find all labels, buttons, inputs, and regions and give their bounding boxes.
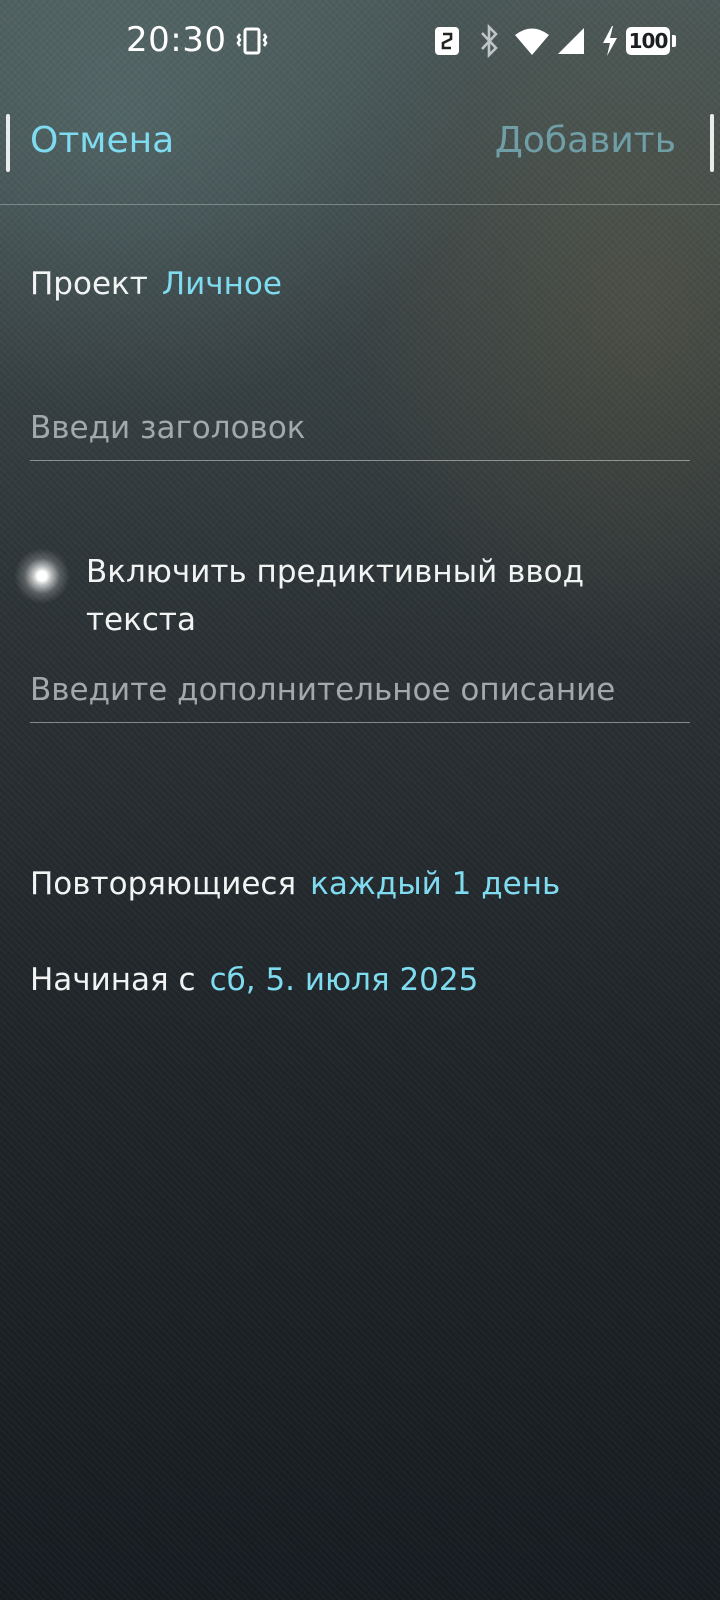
title-input[interactable] [30,410,690,460]
battery-tip [672,35,676,47]
add-button[interactable]: Добавить [495,120,676,161]
battery-icon: 100 [626,27,676,55]
charging-icon [603,26,617,56]
start-date-row[interactable]: Начиная с сб, 5. июля 2025 [30,962,478,998]
bluetooth-icon [481,24,498,58]
title-field-container [30,410,690,461]
start-date-label: Начиная с [30,962,196,998]
status-bar: 20:30 100 [0,0,720,84]
description-input[interactable] [30,672,690,722]
start-date-value[interactable]: сб, 5. июля 2025 [210,962,479,998]
description-field-container [30,672,690,723]
repeat-value[interactable]: каждый 1 день [310,866,560,902]
toolbar-right-edge [710,114,714,172]
vibrate-icon [236,27,268,55]
project-value[interactable]: Личное [162,266,282,302]
toolbar: Отмена Добавить [0,100,720,200]
predictive-input-row[interactable]: Включить предиктивный ввод текста [0,540,720,640]
repeat-row[interactable]: Повторяющиеся каждый 1 день [30,866,560,902]
wifi-icon [515,28,549,55]
battery-level: 100 [626,27,670,55]
predictive-input-label: Включить предиктивный ввод текста [86,554,585,638]
repeat-label: Повторяющиеся [30,866,297,902]
cancel-button[interactable]: Отмена [30,120,174,161]
project-row[interactable]: Проект Личное [30,266,282,302]
predictive-toggle-icon[interactable] [14,548,70,604]
status-time: 20:30 [126,20,227,60]
toolbar-left-edge [6,114,10,172]
nfc-icon [435,27,459,55]
signal-icon [558,28,584,54]
toolbar-divider [0,204,720,205]
project-label: Проект [30,266,148,302]
